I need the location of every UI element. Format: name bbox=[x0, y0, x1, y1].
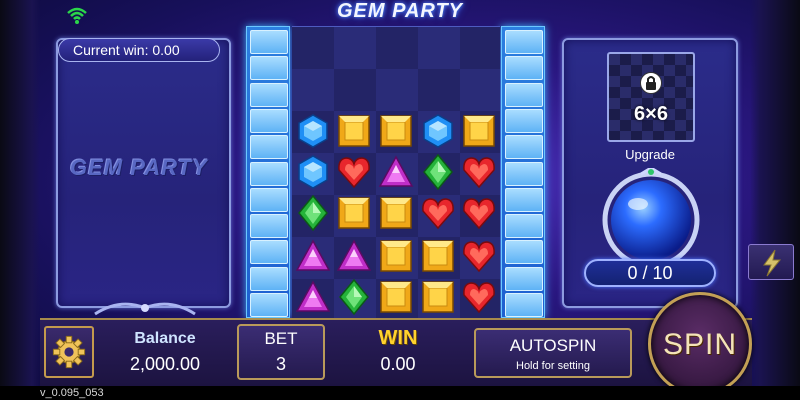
game-screen: GEM PARTY Current win: 0.00 GEM PARTY 6×… bbox=[0, 0, 800, 400]
red-heart-gem bbox=[463, 157, 496, 189]
lightning-icon bbox=[763, 249, 782, 277]
right-edge-shadow bbox=[750, 0, 800, 400]
ornament-decoration bbox=[94, 302, 196, 316]
red-heart-gem bbox=[338, 157, 371, 189]
red-heart-gem bbox=[463, 282, 496, 314]
grid-size-label: 6×6 bbox=[634, 103, 668, 125]
bet-value: 3 bbox=[275, 354, 286, 374]
reel-side-tile bbox=[250, 293, 288, 317]
turbo-button[interactable] bbox=[748, 244, 794, 280]
blue-hexagon-gem bbox=[298, 155, 328, 189]
reel-side-tile bbox=[250, 161, 288, 186]
green-diamond-gem bbox=[422, 154, 453, 190]
autospin-label: AUTOSPIN bbox=[509, 336, 597, 355]
reel-side-tile bbox=[250, 266, 288, 291]
wifi-icon bbox=[67, 7, 87, 24]
red-heart-gem bbox=[463, 241, 496, 273]
gold-square-gem bbox=[380, 115, 412, 147]
reel-side-tile bbox=[505, 187, 543, 212]
settings-button[interactable] bbox=[44, 326, 94, 378]
purple-triangle-gem bbox=[378, 155, 414, 187]
red-heart-gem bbox=[421, 198, 454, 230]
reel-side-column-left bbox=[246, 26, 290, 318]
version-label: v_0.095_053 bbox=[0, 386, 800, 400]
reel-side-tile bbox=[250, 108, 288, 133]
blue-orb-icon bbox=[602, 168, 700, 269]
reel-side-tile bbox=[505, 135, 543, 160]
game-title: GEM PARTY bbox=[336, 0, 464, 22]
reel-side-tile bbox=[505, 108, 543, 133]
blue-hexagon-gem bbox=[422, 114, 453, 148]
gold-square-gem bbox=[380, 281, 412, 313]
gold-square-gem bbox=[421, 281, 454, 313]
current-win-display: Current win: 0.00 bbox=[58, 38, 220, 62]
reel-side-tile bbox=[505, 214, 543, 239]
gold-square-gem bbox=[380, 240, 412, 272]
reel-side-tile bbox=[505, 293, 543, 317]
bet-label: BET bbox=[264, 329, 298, 348]
gold-square-gem bbox=[338, 115, 371, 147]
reel-side-tile bbox=[250, 30, 288, 54]
purple-triangle-gem bbox=[295, 280, 331, 312]
reel-side-tile bbox=[250, 82, 288, 107]
green-diamond-gem bbox=[297, 195, 328, 231]
win-value: 0.00 bbox=[380, 354, 416, 374]
left-edge-shadow bbox=[0, 0, 40, 400]
reel-side-tile bbox=[250, 56, 288, 81]
reel-side-tile bbox=[505, 240, 543, 265]
reel-side-column-right bbox=[501, 26, 545, 318]
reel-side-tile bbox=[250, 214, 288, 239]
reel-side-tile bbox=[250, 240, 288, 265]
reel-side-tile bbox=[505, 82, 543, 107]
lock-icon bbox=[640, 72, 662, 94]
reel-side-tile bbox=[505, 56, 543, 81]
gold-square-gem bbox=[421, 240, 454, 272]
reel-side-tile bbox=[505, 161, 543, 186]
gold-square-gem bbox=[338, 197, 371, 229]
upgrade-progress: 0 / 10 bbox=[584, 259, 716, 287]
blue-hexagon-gem bbox=[298, 114, 328, 148]
purple-triangle-gem bbox=[337, 239, 372, 271]
game-logo: GEM PARTY bbox=[70, 155, 208, 180]
purple-triangle-gem bbox=[295, 239, 331, 271]
reel-side-tile bbox=[505, 266, 543, 291]
balance-label: Balance bbox=[134, 330, 196, 347]
win-label: WIN bbox=[378, 327, 418, 349]
gold-square-gem bbox=[463, 115, 495, 147]
reel-side-tile bbox=[250, 135, 288, 160]
upgrade-label: Upgrade bbox=[625, 147, 675, 162]
gear-icon bbox=[52, 335, 86, 369]
balance-value: 2,000.00 bbox=[129, 354, 201, 374]
gold-square-gem bbox=[380, 197, 412, 229]
grid-size-box bbox=[607, 52, 695, 142]
red-heart-gem bbox=[463, 198, 496, 230]
reel-side-tile bbox=[250, 187, 288, 212]
green-diamond-gem bbox=[339, 279, 370, 315]
reel-side-tile bbox=[505, 30, 543, 54]
spin-label: SPIN bbox=[662, 328, 738, 361]
autospin-hint: Hold for setting bbox=[516, 360, 590, 372]
